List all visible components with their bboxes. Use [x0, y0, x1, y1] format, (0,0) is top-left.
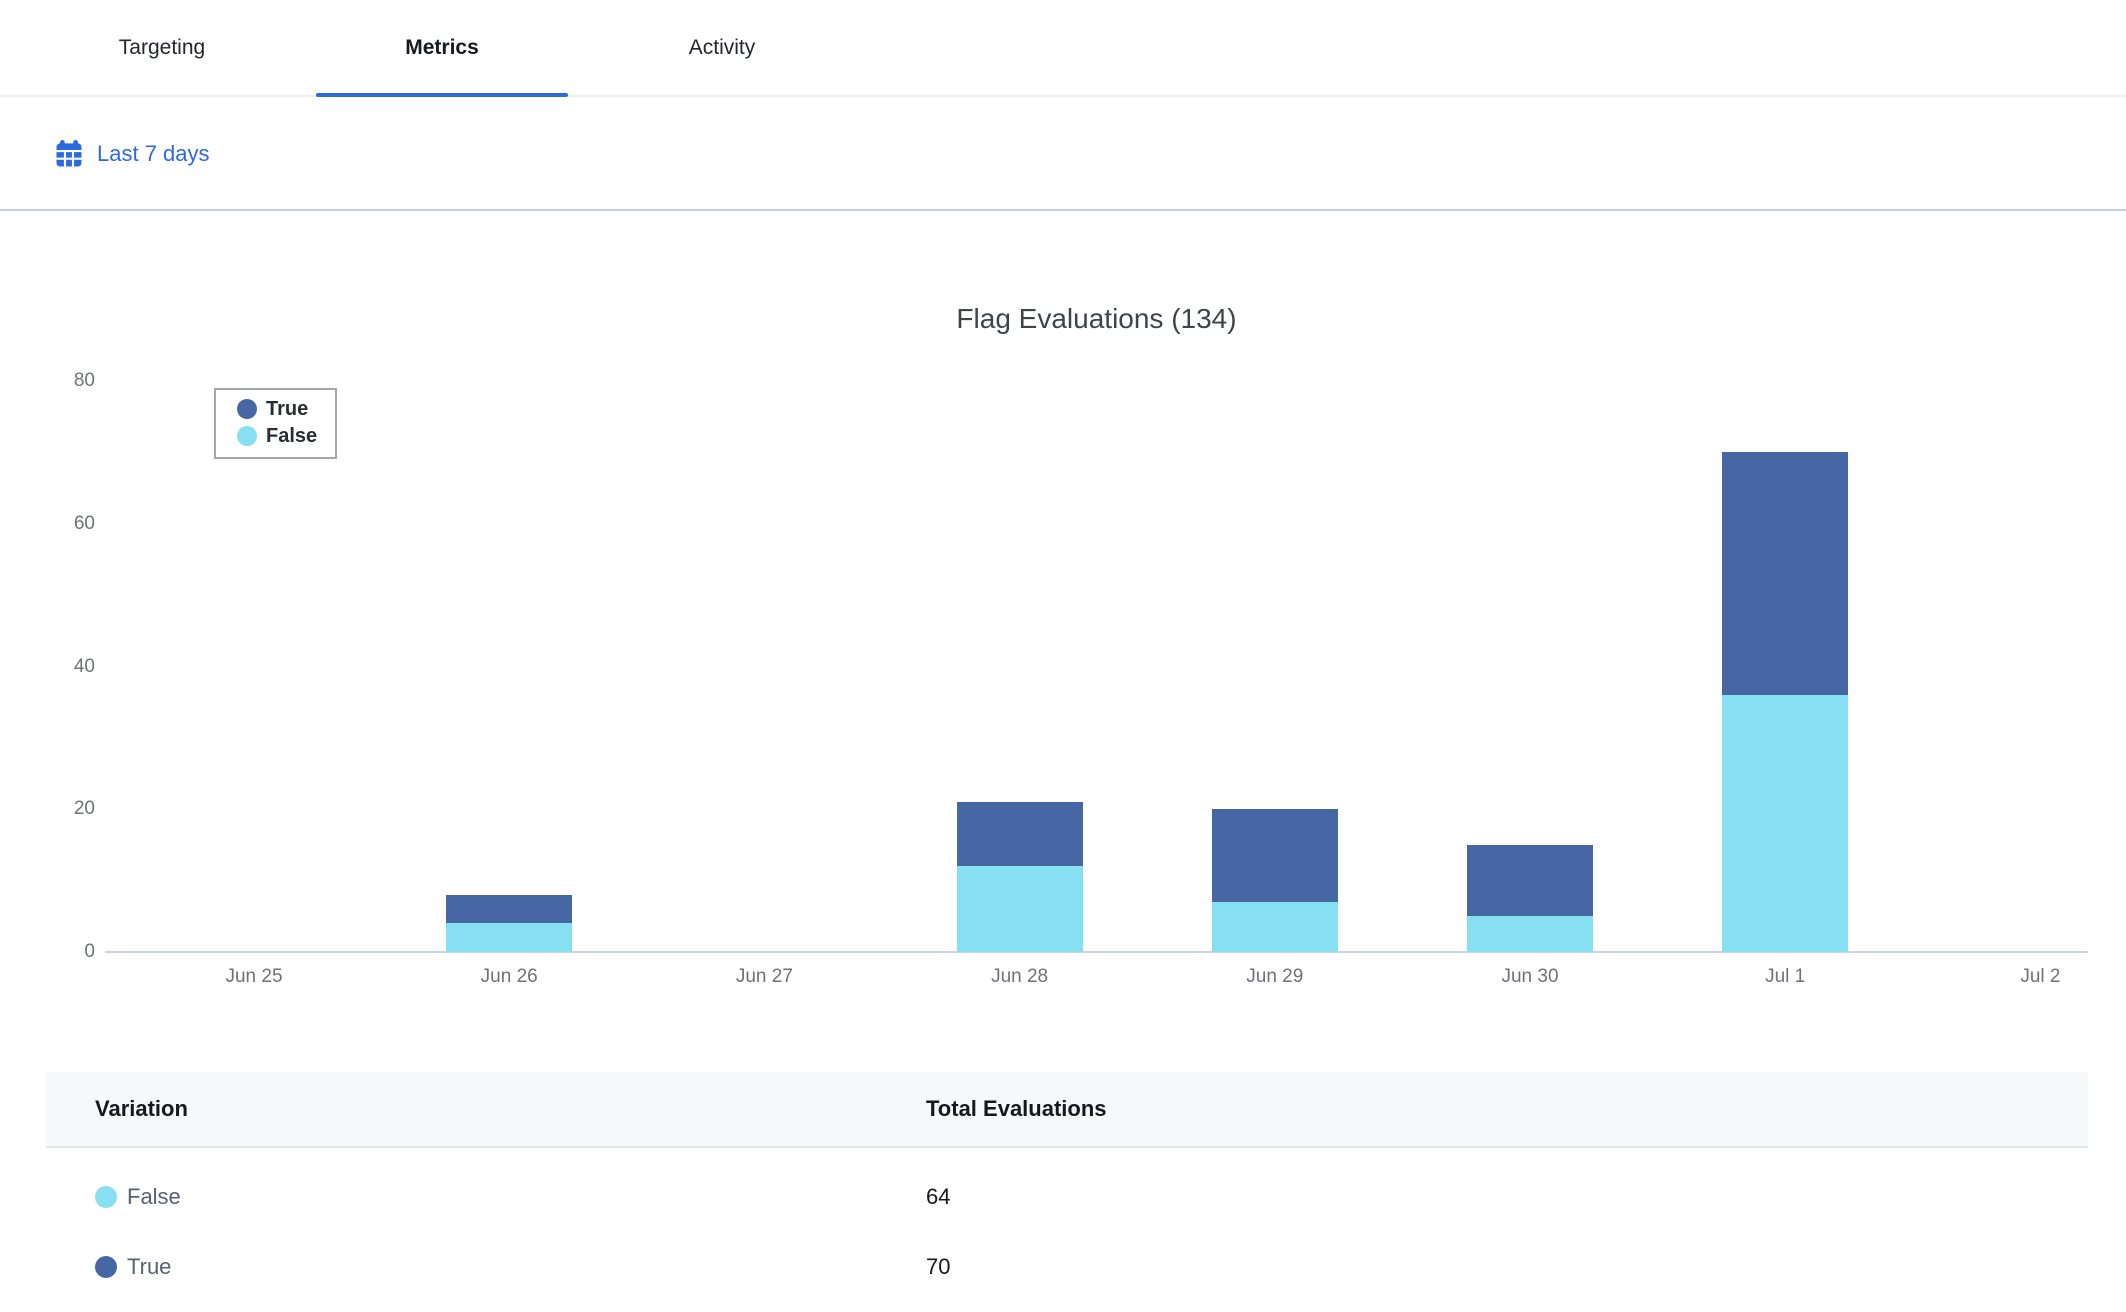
calendar-icon — [54, 139, 84, 169]
tab-activity-label: Activity — [689, 36, 756, 60]
row-label-false: False — [127, 1184, 181, 1210]
metrics-page: Targeting Metrics Activity Last 7 days — [0, 0, 2126, 1312]
row-value-false: 64 — [926, 1184, 2088, 1210]
y-axis-tick-label: 0 — [0, 941, 95, 963]
tab-activity[interactable]: Activity — [596, 0, 848, 95]
bar-segment-true-jun-30 — [1467, 845, 1593, 916]
bar-segment-true-jun-28 — [957, 802, 1083, 866]
tab-metrics-label: Metrics — [405, 36, 479, 60]
false-variation-dot-icon — [95, 1186, 117, 1208]
legend-item-true[interactable]: True — [237, 397, 317, 421]
bar-segment-false-jun-26 — [446, 923, 572, 952]
x-axis-label: Jul 2 — [1935, 966, 2126, 988]
variation-table-header: Variation Total Evaluations — [46, 1072, 2088, 1148]
date-range-selector[interactable]: Last 7 days — [54, 139, 210, 169]
legend-label-false: False — [266, 424, 317, 448]
tab-targeting-label: Targeting — [119, 36, 205, 60]
false-legend-dot-icon — [237, 426, 257, 446]
bar-segment-true-jul-1 — [1722, 452, 1848, 695]
row-label-true: True — [127, 1254, 171, 1280]
column-header-variation: Variation — [95, 1096, 926, 1122]
tab-metrics[interactable]: Metrics — [316, 0, 568, 95]
y-axis-tick-label: 60 — [0, 513, 95, 535]
true-legend-dot-icon — [237, 399, 257, 419]
legend-label-true: True — [266, 397, 308, 421]
x-axis-label: Jun 29 — [1170, 966, 1380, 988]
bar-segment-true-jun-29 — [1212, 809, 1338, 902]
chart-title: Flag Evaluations (134) — [105, 303, 2088, 335]
x-axis-label: Jun 28 — [915, 966, 1125, 988]
x-axis-label: Jul 1 — [1680, 966, 1890, 988]
tab-bar: Targeting Metrics Activity — [0, 0, 2126, 97]
y-axis-tick-label: 80 — [0, 370, 95, 392]
tab-targeting[interactable]: Targeting — [36, 0, 288, 95]
column-header-total-evaluations: Total Evaluations — [926, 1096, 2088, 1122]
x-axis-label: Jun 30 — [1425, 966, 1635, 988]
date-filter-bar: Last 7 days — [0, 99, 2126, 211]
bar-segment-true-jun-26 — [446, 895, 572, 924]
x-axis-label: Jun 27 — [659, 966, 869, 988]
x-axis-label: Jun 26 — [404, 966, 614, 988]
row-value-true: 70 — [926, 1254, 2088, 1280]
bar-segment-false-jun-29 — [1212, 902, 1338, 952]
y-axis-tick-label: 40 — [0, 656, 95, 678]
bar-segment-false-jul-1 — [1722, 695, 1848, 952]
variation-table: Variation Total Evaluations False 64 Tru… — [46, 1072, 2088, 1302]
y-axis-tick-label: 20 — [0, 798, 95, 820]
legend-item-false[interactable]: False — [237, 424, 317, 448]
table-row-true: True 70 — [46, 1232, 2088, 1302]
table-row-false: False 64 — [46, 1162, 2088, 1232]
chart-legend: True False — [214, 388, 337, 459]
x-axis-label: Jun 25 — [149, 966, 359, 988]
date-range-label: Last 7 days — [97, 141, 210, 167]
variation-table-body: False 64 True 70 — [46, 1162, 2088, 1302]
bar-segment-false-jun-30 — [1467, 916, 1593, 952]
true-variation-dot-icon — [95, 1256, 117, 1278]
bar-segment-false-jun-28 — [957, 866, 1083, 952]
